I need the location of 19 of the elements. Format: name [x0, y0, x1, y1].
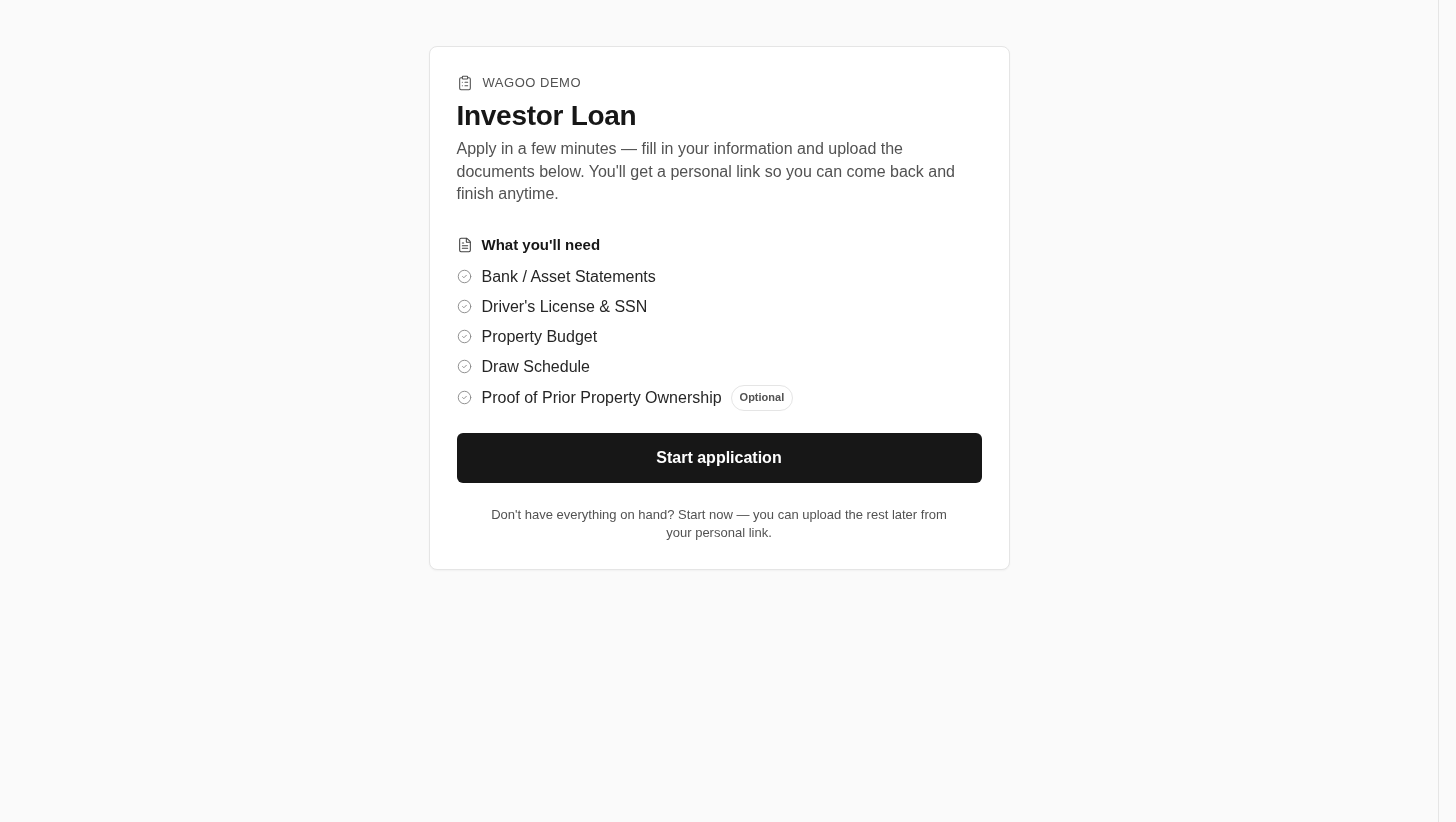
optional-badge: Optional	[730, 384, 794, 411]
check-circle-icon	[456, 329, 472, 344]
requirement-text: Proof of Prior Property Ownership	[481, 387, 722, 408]
footnote-text: Don't have everything on hand? Start now — you can upload the rest later from your personal link.	[490, 505, 948, 542]
section-heading: What you'll need	[481, 234, 601, 255]
intro-text: Apply in a few minutes — fill in your information and upload the documents below. You'll get a personal link so you can come back and finish anytime.	[456, 139, 956, 204]
brand-label: WAGOO DEMO	[482, 74, 582, 92]
requirement-text: Draw Schedule	[481, 356, 590, 377]
check-circle-icon	[456, 269, 472, 284]
start-application-button[interactable]: Start application	[456, 432, 982, 483]
page-title: Investor Loan	[456, 99, 638, 133]
document-icon	[456, 236, 473, 253]
check-circle-icon	[456, 359, 472, 374]
requirement-text: Property Budget	[481, 326, 598, 347]
check-circle-icon	[456, 390, 472, 405]
requirement-text: Bank / Asset Statements	[481, 266, 656, 287]
clipboard-icon	[456, 75, 473, 91]
requirement-text: Driver's License & SSN	[481, 296, 648, 317]
check-circle-icon	[456, 299, 472, 314]
